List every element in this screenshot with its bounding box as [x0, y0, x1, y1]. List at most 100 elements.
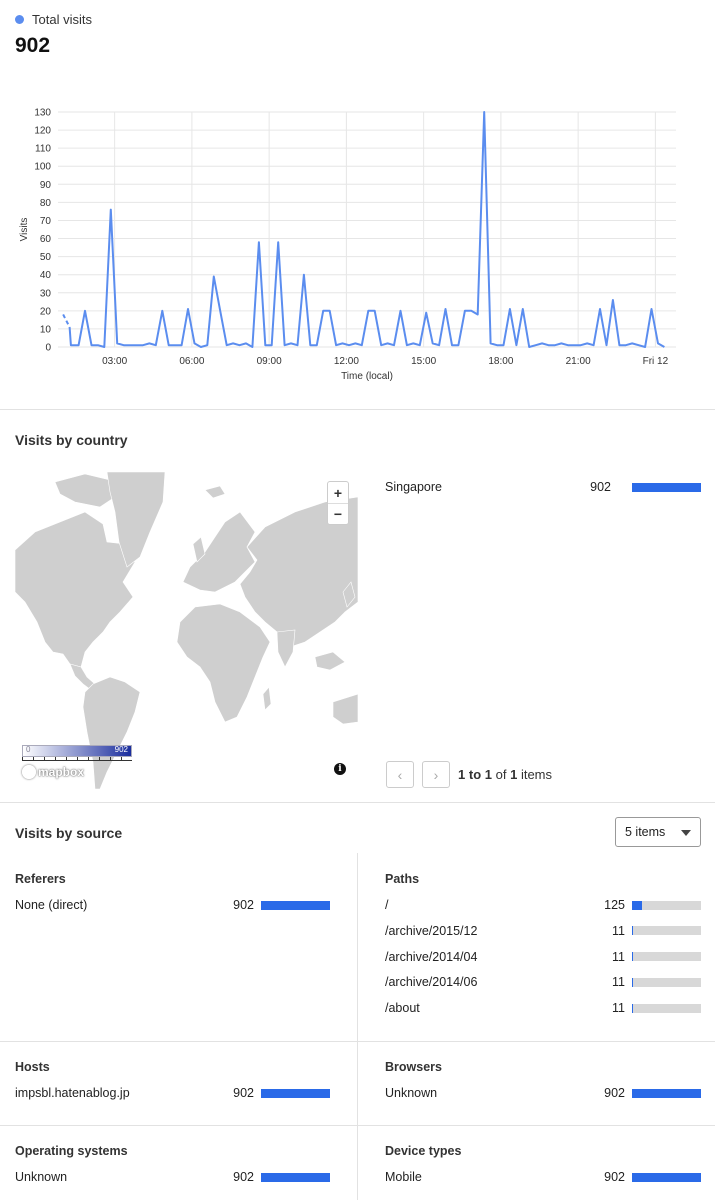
browser-bar-fill: [632, 1088, 701, 1098]
browsers-title: Browsers: [385, 1060, 442, 1074]
host-row: impsbl.hatenablog.jp 902: [15, 1084, 330, 1102]
country-section-title: Visits by country: [15, 432, 128, 448]
scale-min-label: 0: [26, 745, 31, 754]
map-australia: [332, 693, 358, 725]
referer-row: None (direct) 902: [15, 896, 330, 914]
y-tick-label: 0: [45, 343, 51, 354]
country-bar: [632, 482, 701, 492]
path-label: /about: [385, 1001, 420, 1016]
devices-title: Device types: [385, 1144, 462, 1158]
section-divider: [0, 409, 715, 410]
path-row: /about 11: [385, 999, 701, 1017]
total-visits-value: 902: [15, 34, 51, 57]
y-tick-label: 110: [35, 144, 51, 155]
y-tick-label: 40: [40, 270, 52, 281]
referer-label: None (direct): [15, 898, 88, 912]
path-bar: [632, 977, 701, 987]
page-to: 1: [484, 767, 492, 782]
os-label: Unknown: [15, 1170, 68, 1184]
y-tick-label: 70: [40, 216, 52, 227]
path-bar-fill: [632, 1003, 634, 1013]
select-value: 5 items: [625, 825, 666, 839]
path-value: 125: [604, 898, 625, 912]
os-value: 902: [233, 1170, 254, 1184]
x-tick-label: 21:00: [566, 356, 591, 367]
path-label: /archive/2015/12: [385, 923, 478, 938]
mapbox-icon: [22, 765, 36, 779]
paths-title: Paths: [385, 872, 420, 886]
line-series-dashed: [62, 314, 71, 328]
path-value: 11: [612, 923, 625, 938]
prev-page-button[interactable]: ‹: [386, 761, 414, 788]
zoom-in-button[interactable]: +: [328, 482, 348, 503]
y-tick-label: 60: [40, 234, 52, 245]
device-label: Mobile: [385, 1170, 422, 1184]
path-bar-fill: [632, 900, 642, 910]
x-tick-label: 12:00: [334, 356, 359, 367]
x-axis-title: Time (local): [341, 371, 393, 382]
zoom-out-button[interactable]: −: [328, 503, 348, 524]
chart-legend[interactable]: Total visits: [15, 12, 92, 27]
mapbox-logo[interactable]: mapbox: [22, 765, 84, 779]
map-arctic-islands: [54, 473, 116, 508]
map-africa: [176, 603, 271, 723]
country-row: Singapore 902: [385, 478, 701, 496]
map-iceland: [204, 485, 226, 499]
page-items-word: items: [520, 767, 553, 782]
y-axis-title: Visits: [19, 218, 30, 242]
path-bar-fill: [632, 952, 634, 962]
map-south-america: [82, 676, 141, 789]
browser-bar: [632, 1088, 701, 1098]
country-bar-fill: [632, 482, 701, 492]
map-color-scale: 0 902: [22, 745, 132, 757]
page-total: 1: [510, 767, 518, 782]
page-to-word: to: [468, 767, 482, 782]
path-bar-fill: [632, 926, 634, 936]
os-bar-fill: [261, 1172, 330, 1182]
os-title: Operating systems: [15, 1144, 128, 1158]
y-tick-label: 130: [34, 108, 51, 119]
source-section-title: Visits by source: [15, 825, 123, 841]
os-bar: [261, 1172, 330, 1182]
pagination-text: 1 to 1 of 1 items: [458, 767, 552, 782]
next-page-button[interactable]: ›: [422, 761, 450, 788]
x-tick-label: 09:00: [257, 356, 282, 367]
grid-divider: [0, 1041, 715, 1042]
map-india: [276, 629, 296, 668]
path-value: 11: [612, 1001, 625, 1016]
browser-value: 902: [604, 1086, 625, 1100]
path-label: /archive/2014/04: [385, 949, 478, 964]
os-row: Unknown 902: [15, 1168, 330, 1186]
map-zoom-controls: + −: [327, 481, 349, 525]
line-series-total-visits: [68, 111, 665, 348]
x-tick-label: 06:00: [179, 356, 204, 367]
y-tick-label: 100: [34, 162, 51, 173]
y-tick-label: 10: [40, 324, 52, 335]
y-tick-label: 30: [40, 288, 52, 299]
scale-ticks: [22, 757, 132, 761]
world-map[interactable]: [15, 472, 358, 789]
scale-max-label: 902: [114, 745, 128, 754]
host-bar: [261, 1088, 330, 1098]
path-bar: [632, 900, 701, 910]
map-madagascar: [262, 686, 272, 711]
host-label: impsbl.hatenablog.jp: [15, 1086, 130, 1100]
path-bar: [632, 1003, 701, 1013]
browser-row: Unknown 902: [385, 1084, 701, 1102]
referer-bar: [261, 900, 330, 910]
items-count-select[interactable]: 5 items: [615, 817, 701, 847]
host-bar-fill: [261, 1088, 330, 1098]
page-of-word: of: [495, 767, 507, 782]
x-tick-label: 18:00: [488, 356, 513, 367]
browser-label: Unknown: [385, 1086, 438, 1100]
host-value: 902: [233, 1086, 254, 1100]
map-se-asia: [314, 651, 346, 671]
path-row: /archive/2014/04 11: [385, 948, 701, 966]
path-bar-fill: [632, 977, 634, 987]
info-icon[interactable]: i: [334, 763, 346, 775]
world-map-shapes: [15, 472, 358, 789]
path-bar: [632, 926, 701, 936]
path-row: /archive/2015/12 11: [385, 922, 701, 940]
country-value: 902: [590, 480, 611, 494]
column-divider: [357, 853, 358, 1200]
